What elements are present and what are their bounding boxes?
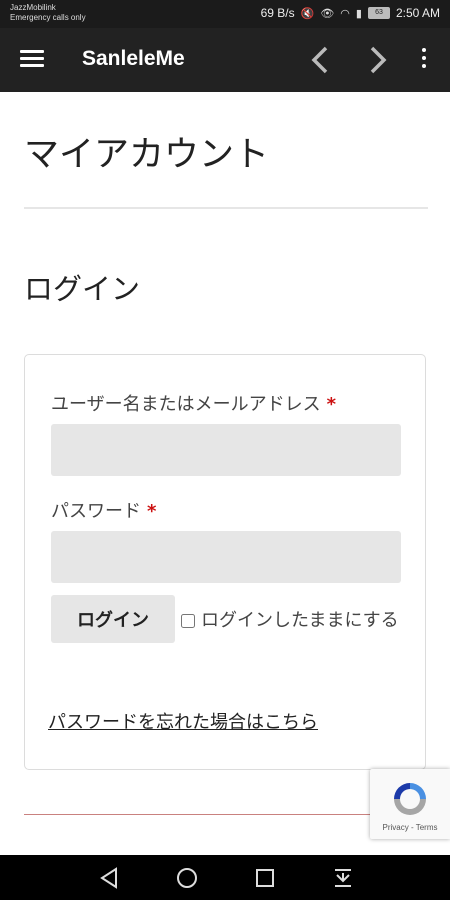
more-icon[interactable] [418,48,430,72]
battery-icon: 63 [367,7,390,19]
clock: 2:50 AM [395,6,440,20]
forward-icon[interactable] [360,42,394,78]
recaptcha-badge[interactable]: Privacy - Terms [370,769,450,839]
status-indicators: 69 B/s 🔇 👁 ◠ ▮ 63 2:50 AM [261,6,440,20]
page-title: マイアカウント [24,135,270,175]
carrier-info: JazzMobilink Emergency calls only [10,3,86,23]
title-divider [24,207,428,209]
back-icon[interactable] [304,42,338,78]
status-bar: JazzMobilink Emergency calls only 69 B/s… [0,0,450,28]
eye-icon: 👁 [320,7,335,20]
required-mark: * [326,394,337,415]
footer-divider [24,814,370,815]
password-label: パスワード * [51,501,157,522]
forgot-password-link[interactable]: パスワードを忘れた場合はこちら [48,708,318,734]
mute-icon: 🔇 [300,7,315,20]
recaptcha-icon [394,783,426,815]
signal-icon: ▮ [355,7,362,20]
remember-me-checkbox[interactable] [181,614,195,628]
nav-back-icon[interactable] [96,865,122,891]
required-mark: * [147,501,157,522]
menu-icon[interactable] [20,50,44,70]
network-speed: 69 B/s [260,6,295,20]
app-bar: SanleleMe [0,28,450,92]
carrier-status: Emergency calls only [10,13,86,22]
login-form: ユーザー名またはメールアドレス * パスワード * ログインしたままにする ログイン… [24,354,426,770]
nav-notifications-icon[interactable] [330,865,356,891]
app-title: SanleleMe [82,47,185,70]
recaptcha-terms[interactable]: Privacy - Terms [370,823,450,832]
nav-recents-icon[interactable] [252,865,278,891]
nav-home-icon[interactable] [174,865,200,891]
username-label: ユーザー名またはメールアドレス * [51,394,337,415]
system-nav-bar [0,855,450,900]
password-input[interactable] [51,531,401,583]
wifi-icon: ◠ [340,7,350,20]
remember-me-label: ログインしたままにする [201,610,399,631]
login-button[interactable]: ログイン [51,595,175,643]
login-heading: ログイン [24,272,141,306]
carrier-name: JazzMobilink [10,3,56,12]
username-input[interactable] [51,424,401,476]
